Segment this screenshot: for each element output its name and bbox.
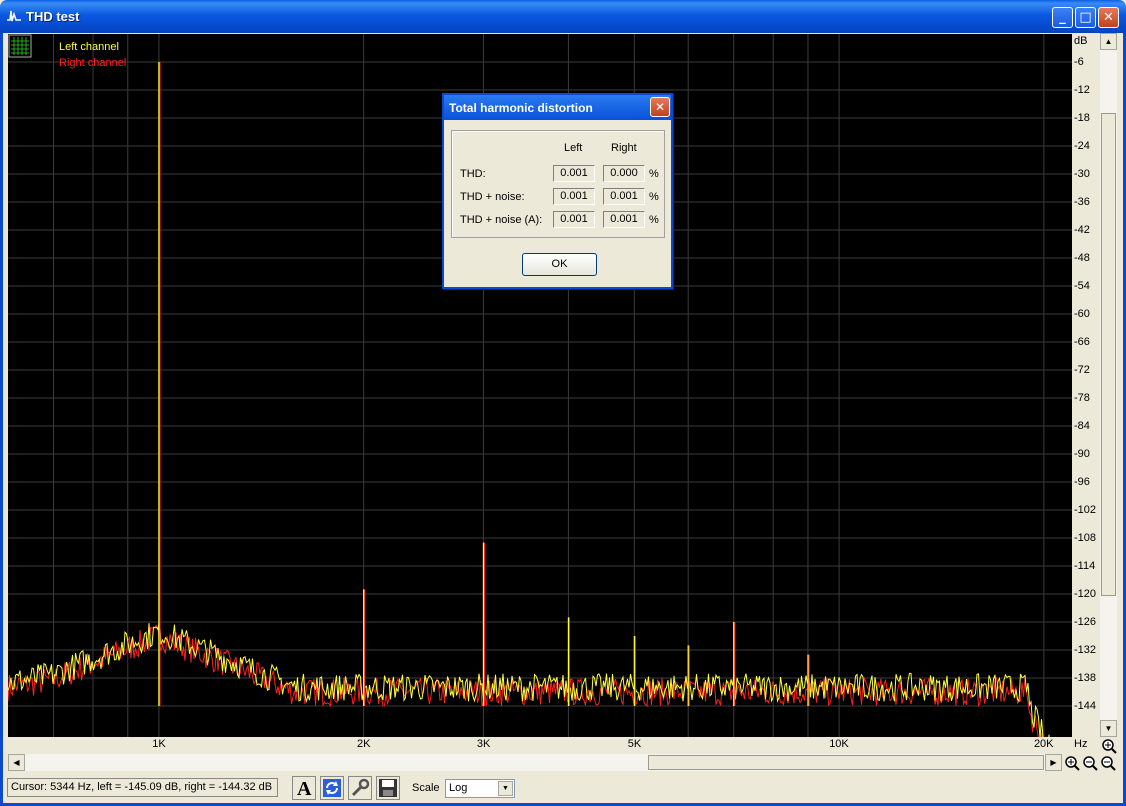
x-axis-unit: Hz [1074,738,1088,750]
svg-text:A: A [297,778,312,799]
scale-label: Scale [412,782,440,794]
y-tick-label: -102 [1074,504,1097,516]
x-tick-label: 5K [627,738,642,750]
y-axis: dB -6 -12 -18 -24 -30 -36 -42 -48 -54 -60 -66 -72 -7… [1072,34,1098,737]
dialog-title: Total harmonic distortion [449,101,593,115]
close-icon: ✕ [1103,10,1114,25]
y-tick-label: -30 [1074,168,1090,180]
row-label-thd-noise: THD + noise: [460,191,525,203]
y-tick-label: -96 [1074,476,1090,488]
maximize-icon: □ [1079,10,1092,25]
right-channel-trace [8,624,1047,737]
minimize-icon: _ [1059,10,1066,25]
thd-right-value: 0.000 [603,165,645,182]
thd-unit: % [649,168,659,180]
row-label-thd-noise-a: THD + noise (A): [460,214,543,226]
y-tick-label: -90 [1074,448,1090,460]
y-tick-label: -36 [1074,196,1090,208]
legend-right-channel: Right channel [59,57,127,69]
dialog-close-button[interactable]: ✕ [650,97,670,117]
scale-value: Log [449,782,468,794]
thd-noise-left-value: 0.001 [553,188,595,205]
horizontal-scroll-thumb[interactable] [648,755,1044,770]
y-tick-label: -138 [1074,672,1097,684]
scroll-right-button[interactable]: ▶ [1045,754,1062,771]
y-tick-label: -132 [1074,644,1097,656]
x-tick-label: 20K [1033,738,1054,750]
thd-dialog: Total harmonic distortion ✕ Left Right T… [442,93,673,289]
scale-select[interactable]: Log ▼ [445,779,515,798]
refresh-button[interactable] [320,776,344,800]
y-tick-label: -6 [1074,56,1084,68]
font-a-icon: A [297,778,312,800]
app-icon [7,10,21,22]
y-tick-label: -42 [1074,224,1090,236]
x-tick-label: 3K [476,738,491,750]
vertical-scroll-thumb[interactable] [1101,113,1116,596]
y-tick-label: -120 [1074,588,1097,600]
chevron-down-icon[interactable]: ▼ [498,781,513,796]
thd-noise-right-value: 0.001 [603,188,645,205]
y-tick-label: -108 [1074,532,1097,544]
y-tick-label: -144 [1074,700,1097,712]
y-tick-label: -54 [1074,280,1090,292]
x-axis: 1K 2K 3K 5K 10K 20K [8,737,1072,753]
close-icon: ✕ [654,100,666,114]
horizontal-scrollbar[interactable]: ◀ ▶ [8,754,1062,771]
thd-noise-unit: % [649,191,659,203]
zoom-reset-icon[interactable] [1100,755,1116,771]
title-bar[interactable]: THD test _ □ ✕ [0,0,1126,33]
dialog-title-bar[interactable]: Total harmonic distortion ✕ [444,95,671,120]
window-title: THD test [26,9,80,24]
scroll-left-button[interactable]: ◀ [8,754,25,771]
y-tick-label: -12 [1074,84,1090,96]
save-disk-icon [379,779,397,797]
x-tick-label: 10K [829,738,849,750]
row-label-thd: THD: [460,168,486,180]
zoom-in-icon[interactable] [1064,755,1080,771]
save-button[interactable] [376,776,400,800]
legend-left-channel: Left channel [59,41,119,53]
y-tick-label: -48 [1074,252,1090,264]
cursor-readout: Cursor: 5344 Hz, left = -145.09 dB, righ… [7,778,278,797]
font-button[interactable]: A [292,776,316,800]
y-tick-label: -78 [1074,392,1090,404]
y-tick-label: -60 [1074,308,1090,320]
scroll-down-button[interactable]: ▼ [1100,720,1117,737]
minimize-button[interactable]: _ [1052,7,1073,28]
wrench-icon [351,778,370,797]
column-right: Right [611,142,637,154]
x-tick-label: 1K [152,738,166,750]
y-tick-label: -66 [1074,336,1090,348]
y-tick-label: -114 [1074,560,1096,572]
y-axis-unit: dB [1074,35,1088,47]
maximize-button[interactable]: □ [1075,7,1096,28]
y-tick-label: -72 [1074,364,1090,376]
vertical-scrollbar[interactable]: ▲ ▼ [1100,33,1117,737]
settings-button[interactable] [348,776,372,800]
column-left: Left [564,142,583,154]
y-tick-label: -126 [1074,616,1097,628]
x-tick-label: 2K [357,738,371,750]
zoom-fit-icon[interactable] [1101,738,1117,754]
y-tick-label: -84 [1074,420,1090,432]
ok-button[interactable]: OK [522,253,597,276]
thd-noise-a-unit: % [649,214,659,226]
thd-noise-a-left-value: 0.001 [553,211,595,228]
thd-noise-a-right-value: 0.001 [603,211,645,228]
y-tick-label: -24 [1074,140,1090,152]
refresh-icon [323,779,341,797]
y-tick-label: -18 [1074,112,1090,124]
legend-grid-icon[interactable] [8,34,32,58]
zoom-out-icon[interactable] [1082,755,1098,771]
scroll-up-button[interactable]: ▲ [1100,33,1117,50]
thd-left-value: 0.001 [553,165,595,182]
close-button[interactable]: ✕ [1098,7,1119,28]
